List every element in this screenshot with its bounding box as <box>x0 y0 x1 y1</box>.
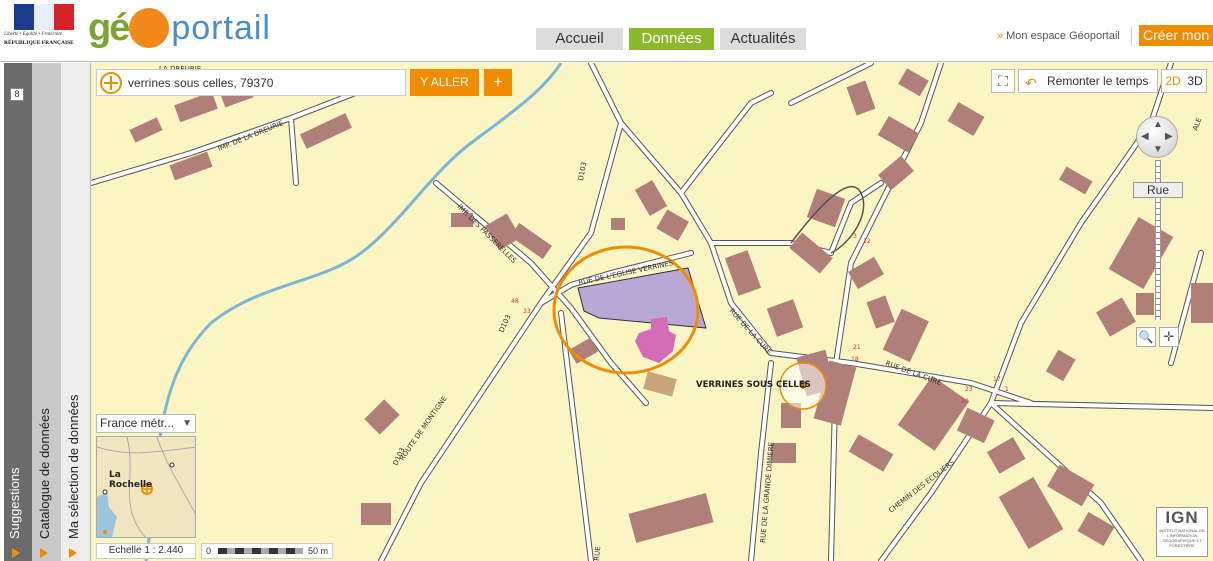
chevron-up-icon[interactable]: ▲ <box>1153 120 1163 130</box>
main-nav: Accueil Données Actualités <box>536 28 806 50</box>
label-rue-partial: RUE <box>593 546 602 561</box>
expand-arrow-icon[interactable] <box>69 548 77 558</box>
ign-text: IGN <box>1165 508 1199 527</box>
undo-arrow-icon: ↶ <box>1025 75 1037 91</box>
num-48: 48 <box>511 298 519 305</box>
scale-max: 50 m <box>308 546 329 556</box>
label-ale-partial: ALE <box>1191 117 1203 132</box>
magnifier-icon[interactable]: 🔍 <box>1136 327 1156 347</box>
label-d103-b: D103 <box>577 161 588 181</box>
scale-graphic <box>218 548 303 554</box>
y-aller-button[interactable]: Y ALLER <box>410 69 479 96</box>
ign-logo[interactable]: IGN INSTITUT NATIONAL DE L'INFORMATION G… <box>1156 507 1208 557</box>
scale-bar: 0 50 m <box>201 543 333 559</box>
overview-city-1: La <box>109 470 121 480</box>
overview-select-label: France métr... <box>100 416 175 430</box>
label-rue-cure-2: RUE DE LA CURE <box>884 359 942 387</box>
mon-espace-link[interactable]: » Mon espace Géoportail <box>997 30 1120 42</box>
catalogue-panel-tab[interactable]: Catalogue de données <box>32 63 61 561</box>
tab-accueil[interactable]: Accueil <box>536 28 623 50</box>
chevron-down-icon[interactable]: ▼ <box>1153 145 1163 155</box>
cemetery <box>643 371 677 397</box>
remonter-label: Remonter le temps <box>1047 74 1149 88</box>
selection-panel-tab[interactable]: Ma sélection de données <box>61 63 91 561</box>
button-3d[interactable]: 3D <box>1184 70 1206 92</box>
remonter-le-temps-button[interactable]: ↶ Remonter le temps <box>1018 69 1158 93</box>
fullscreen-icon[interactable]: ⛶ <box>991 69 1015 93</box>
search-input[interactable] <box>128 75 398 90</box>
label-rue-cure-1: RUE DE LA CURE <box>728 307 773 356</box>
overview-map-layer: La Rochelle <box>97 437 195 537</box>
expand-arrow-icon[interactable] <box>12 548 20 558</box>
chevron-down-icon: ▼ <box>182 418 192 429</box>
label-place: VERRINES SOUS CELLES <box>696 380 811 390</box>
chevron-right-icon: » <box>997 30 1004 42</box>
label-d103-a: D103 <box>498 313 513 333</box>
num-20: 20 <box>961 398 969 405</box>
zoom-level-label[interactable]: Rue <box>1133 182 1183 198</box>
num-17: 17 <box>993 376 1001 383</box>
logo-portail: portail <box>171 8 271 47</box>
rf-motto: Liberté • Égalité • Fraternité <box>4 32 62 37</box>
label-imp-dreurie: IMP. DE LA DREURIE <box>217 119 285 153</box>
search-box <box>96 69 406 96</box>
num-18: 18 <box>851 356 859 363</box>
scale-text: Echelle 1 : 2.440 <box>96 543 196 559</box>
num-23: 23 <box>965 386 973 393</box>
mon-espace-label: Mon espace Géoportail <box>1006 30 1120 42</box>
header-divider <box>1131 26 1132 46</box>
suggestions-label: Suggestions <box>7 467 22 539</box>
num-12: 12 <box>863 238 871 245</box>
overview-territory-select[interactable]: France métr... ▼ <box>96 414 196 433</box>
geoportail-logo[interactable]: gé portail <box>88 6 271 50</box>
ign-subtext: INSTITUT NATIONAL DE L'INFORMATION GÉOGR… <box>1159 528 1205 548</box>
tab-donnees[interactable]: Données <box>629 28 714 50</box>
marianne-flag-icon <box>14 4 74 30</box>
selection-label: Ma sélection de données <box>66 394 81 539</box>
scale-zero: 0 <box>206 546 212 556</box>
map-canvas[interactable]: IMP. DE LA DREURIE IMP. DES PASSERELLES … <box>91 63 1213 561</box>
num-1: 1 <box>1005 386 1009 393</box>
tab-actualites[interactable]: Actualités <box>720 28 806 50</box>
num-21: 21 <box>853 344 861 351</box>
republique-francaise-logo[interactable]: Liberté • Égalité • Fraternité RÉPUBLIQU… <box>4 4 76 48</box>
logo-ge: gé <box>88 6 130 49</box>
add-button[interactable]: + <box>484 69 512 96</box>
overview-city-2: Rochelle <box>109 480 152 490</box>
pan-control[interactable]: ▲ ▼ ◀ ▶ <box>1136 116 1178 158</box>
map-layer: IMP. DE LA DREURIE IMP. DES PASSERELLES … <box>91 63 1213 561</box>
dimension-toggle: 2D 3D <box>1161 69 1207 93</box>
river <box>144 63 563 561</box>
chevron-right-icon[interactable]: ▶ <box>1165 132 1173 142</box>
chevron-left-icon[interactable]: ◀ <box>1141 132 1149 142</box>
rf-name: RÉPUBLIQUE FRANÇAISE <box>4 40 74 46</box>
geolocate-icon[interactable] <box>100 71 122 94</box>
suggestions-panel-tab[interactable]: 8 Suggestions <box>4 63 32 561</box>
overview-map[interactable]: La Rochelle <box>96 436 196 538</box>
crosshair-icon[interactable]: ✛ <box>1159 327 1179 347</box>
count-badge: 8 <box>10 88 24 101</box>
num-3: 3 <box>853 233 857 240</box>
header: Liberté • Égalité • Fraternité RÉPUBLIQU… <box>0 0 1213 62</box>
expand-arrow-icon[interactable] <box>40 548 48 558</box>
logo-orange-circle-icon <box>129 8 170 48</box>
creer-espace-button[interactable]: Créer mon espace <box>1139 25 1213 46</box>
catalogue-label: Catalogue de données <box>37 408 52 539</box>
button-2d[interactable]: 2D <box>1162 70 1184 92</box>
num-33: 33 <box>523 308 531 315</box>
geoportail-app: Liberté • Égalité • Fraternité RÉPUBLIQU… <box>0 0 1213 561</box>
